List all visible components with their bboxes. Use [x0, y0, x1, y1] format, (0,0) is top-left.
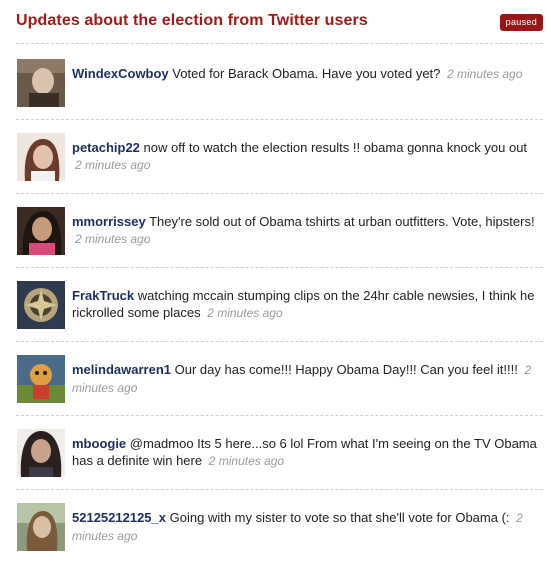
tweet-body: FrakTruck watching mccain stumping clips…: [72, 287, 538, 322]
tweet-list: WindexCowboy Voted for Barack Obama. Hav…: [16, 46, 543, 564]
tweet-body: petachip22 now off to watch the election…: [72, 139, 538, 174]
user-avatar[interactable]: [17, 355, 65, 403]
tweet-body: WindexCowboy Voted for Barack Obama. Hav…: [72, 65, 538, 83]
tweet-text: Going with my sister to vote so that she…: [169, 510, 510, 525]
tweet-username[interactable]: mmorrissey: [72, 214, 146, 229]
tweet-text: @madmoo Its 5 here...so 6 lol From what …: [72, 436, 537, 468]
tweet-text: They're sold out of Obama tshirts at urb…: [149, 214, 535, 229]
tweet-username[interactable]: petachip22: [72, 140, 140, 155]
tweet-username[interactable]: melindawarren1: [72, 362, 171, 377]
tweet-body: mboogie @madmoo Its 5 here...so 6 lol Fr…: [72, 435, 538, 470]
tweet-text: Our day has come!!! Happy Obama Day!!! C…: [174, 362, 518, 377]
user-avatar[interactable]: [17, 207, 65, 255]
status-badge[interactable]: paused: [499, 14, 543, 31]
tweet-item: mmorrissey They're sold out of Obama tsh…: [16, 194, 543, 268]
tweet-timestamp[interactable]: 2 minutes ago: [209, 454, 284, 468]
tweet-username[interactable]: FrakTruck: [72, 288, 134, 303]
user-avatar[interactable]: [17, 503, 65, 551]
tweet-body: mmorrissey They're sold out of Obama tsh…: [72, 213, 538, 248]
tweet-body: 52125212125_x Going with my sister to vo…: [72, 509, 538, 545]
tweet-item: 52125212125_x Going with my sister to vo…: [16, 490, 543, 564]
tweet-text: now off to watch the election results !!…: [143, 140, 528, 155]
widget-header: Updates about the election from Twitter …: [16, 12, 543, 36]
user-avatar[interactable]: [17, 281, 65, 329]
tweet-text: Voted for Barack Obama. Have you voted y…: [172, 66, 441, 81]
user-avatar[interactable]: [17, 429, 65, 477]
tweet-item: melindawarren1 Our day has come!!! Happy…: [16, 342, 543, 416]
header-divider: [16, 43, 543, 44]
tweet-item: petachip22 now off to watch the election…: [16, 120, 543, 194]
tweet-item: FrakTruck watching mccain stumping clips…: [16, 268, 543, 342]
tweet-timestamp[interactable]: 2 minutes ago: [75, 232, 150, 246]
widget-title: Updates about the election from Twitter …: [16, 12, 368, 29]
tweet-item: WindexCowboy Voted for Barack Obama. Hav…: [16, 46, 543, 120]
tweet-username[interactable]: WindexCowboy: [72, 66, 169, 81]
tweet-timestamp[interactable]: 2 minutes ago: [207, 306, 282, 320]
tweet-item: mboogie @madmoo Its 5 here...so 6 lol Fr…: [16, 416, 543, 490]
tweet-body: melindawarren1 Our day has come!!! Happy…: [72, 361, 538, 397]
user-avatar[interactable]: [17, 133, 65, 181]
user-avatar[interactable]: [17, 59, 65, 107]
tweet-timestamp[interactable]: 2 minutes ago: [75, 158, 150, 172]
tweet-text: watching mccain stumping clips on the 24…: [72, 288, 535, 320]
tweet-username[interactable]: 52125212125_x: [72, 510, 166, 525]
tweet-username[interactable]: mboogie: [72, 436, 126, 451]
tweet-timestamp[interactable]: 2 minutes ago: [447, 67, 522, 81]
